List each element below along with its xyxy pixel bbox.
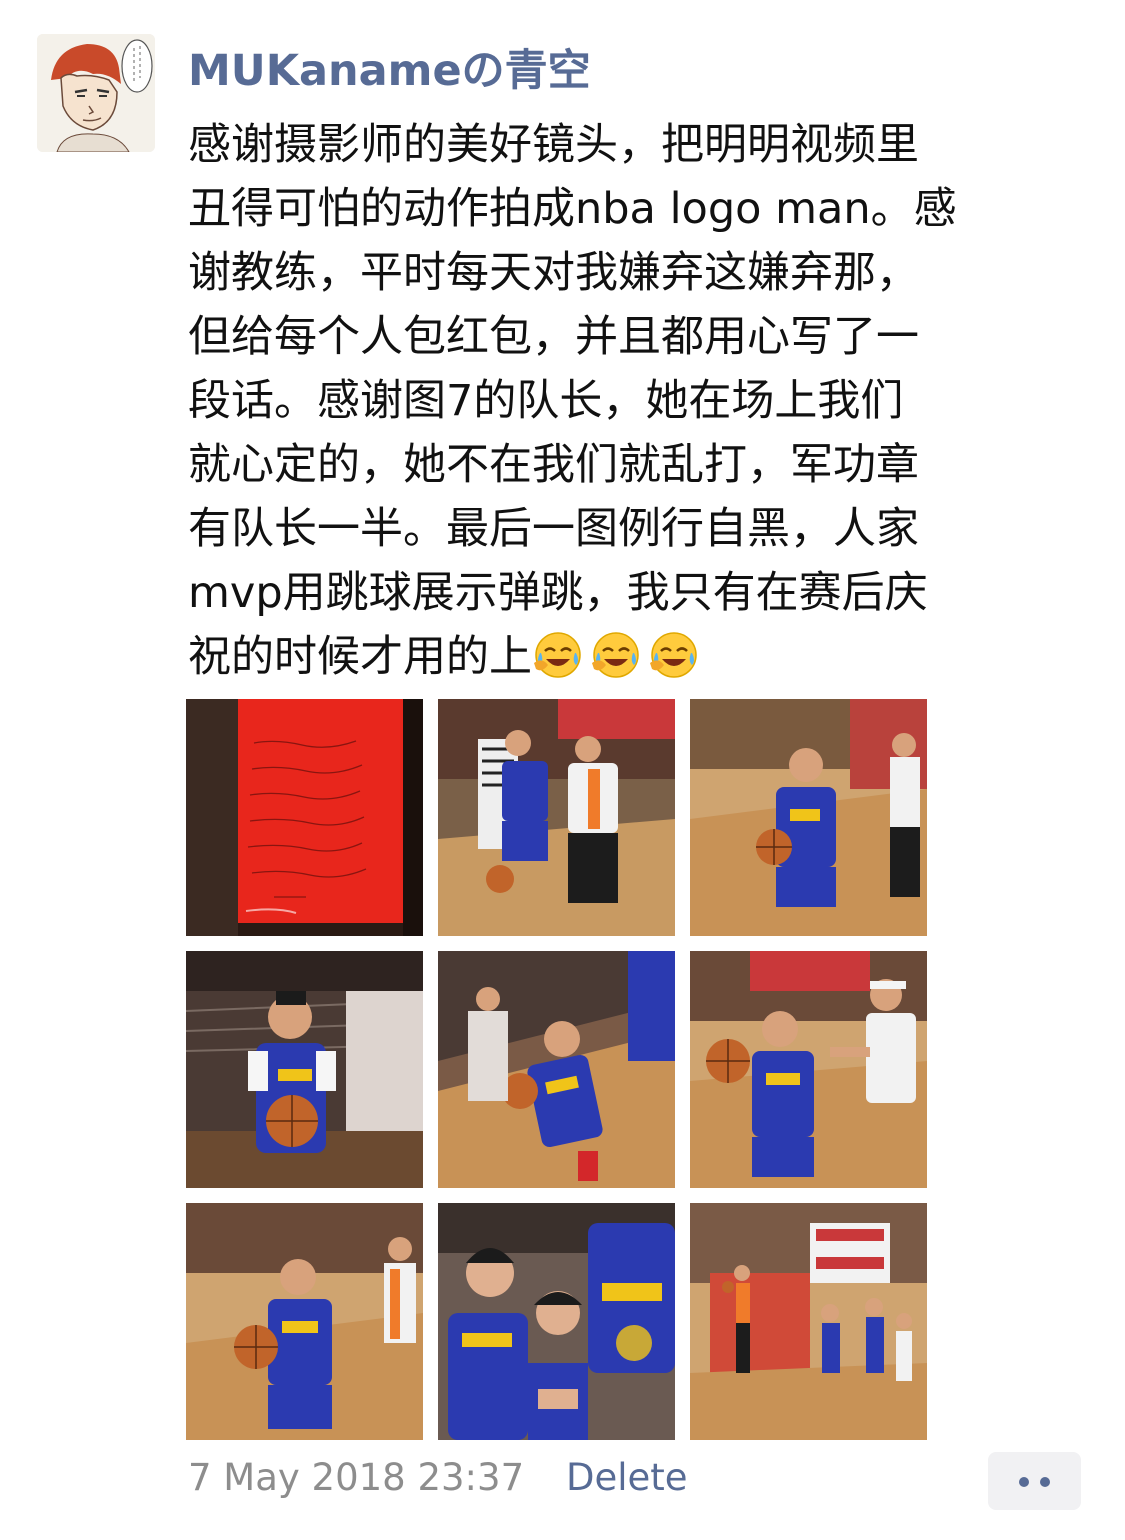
photo-thumbnail-6[interactable] <box>690 951 927 1188</box>
delete-button[interactable]: Delete <box>566 1456 688 1499</box>
photo-thumbnail-8[interactable] <box>438 1203 675 1440</box>
photo-grid <box>186 699 927 1440</box>
post-text: 感谢摄影师的美好镜头，把明明视频里 丑得可怕的动作拍成nba logo man。… <box>188 113 1088 689</box>
laughing-crying-emoji-icon <box>590 627 642 679</box>
post-footer: 7 May 2018 23:37 Delete <box>188 1452 1088 1512</box>
post-text-line: 祝的时候才用的上 <box>188 632 532 682</box>
post-text-line: 谢教练，平时每天对我嫌弃这嫌弃那， <box>188 248 919 298</box>
post-text-line: 但给每个人包红包，并且都用心写了一 <box>188 312 919 362</box>
laughing-crying-emoji-icon <box>532 627 584 679</box>
photo-thumbnail-7[interactable] <box>186 1203 423 1440</box>
photo-thumbnail-4[interactable] <box>186 951 423 1188</box>
post-text-line: mvp用跳球展示弹跳，我只有在赛后庆 <box>188 568 928 618</box>
laughing-crying-emoji-icon <box>648 627 700 679</box>
avatar[interactable] <box>37 34 155 152</box>
post-timestamp: 7 May 2018 23:37 <box>188 1456 525 1499</box>
post-text-line: 感谢摄影师的美好镜头，把明明视频里 <box>188 120 919 170</box>
post-text-line: 有队长一半。最后一图例行自黑，人家 <box>188 504 919 554</box>
post-text-line: 就心定的，她不在我们就乱打，军功章 <box>188 440 919 490</box>
more-options-icon <box>1019 1477 1029 1487</box>
photo-thumbnail-2[interactable] <box>438 699 675 936</box>
photo-thumbnail-3[interactable] <box>690 699 927 936</box>
post-text-last-line: 祝的时候才用的上 <box>188 625 1088 689</box>
more-options-icon <box>1040 1477 1050 1487</box>
post-username[interactable]: MUKanameの青空 <box>188 36 591 98</box>
post-text-line: 段话。感谢图7的队长，她在场上我们 <box>188 376 904 426</box>
photo-thumbnail-5[interactable] <box>438 951 675 1188</box>
post-text-line: 丑得可怕的动作拍成nba logo man。感 <box>188 184 957 234</box>
photo-thumbnail-9[interactable] <box>690 1203 927 1440</box>
more-options-button[interactable] <box>988 1452 1081 1510</box>
photo-thumbnail-1[interactable] <box>186 699 423 936</box>
